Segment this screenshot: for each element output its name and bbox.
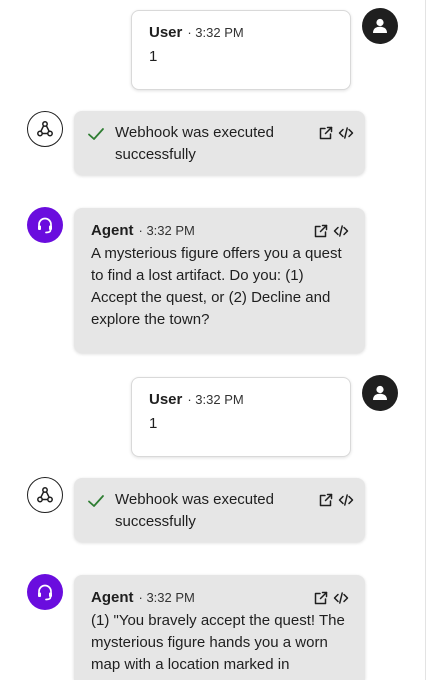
headset-icon	[38, 217, 52, 234]
webhook-icon	[37, 487, 53, 503]
webhook-message-bubble: Webhook was executed successfully	[74, 111, 365, 175]
message-text: A mysterious figure offers you a quest t…	[91, 245, 342, 328]
agent-message-bubble: Agent · 3:32 PM A mysterious figure offe…	[74, 208, 365, 353]
message-actions	[313, 590, 349, 606]
webhook-avatar	[27, 477, 63, 513]
code-icon[interactable]	[333, 590, 349, 606]
agent-avatar	[27, 207, 63, 243]
webhook-status-text: Webhook was executed successfully	[115, 491, 274, 530]
agent-message-bubble: Agent · 3:32 PM (1) "You bravely accept …	[74, 575, 365, 680]
message-actions	[318, 492, 354, 508]
user-message-bubble: User · 3:32 PM 1	[131, 10, 351, 90]
open-external-icon[interactable]	[313, 590, 329, 606]
webhook-status-text: Webhook was executed successfully	[115, 124, 274, 163]
message-sender: Agent	[91, 222, 134, 239]
message-text: (1) "You bravely accept the quest! The m…	[91, 612, 345, 673]
headset-icon	[38, 584, 52, 601]
message-time: · 3:32 PM	[187, 392, 244, 407]
checkmark-icon	[88, 495, 104, 507]
open-external-icon[interactable]	[318, 125, 334, 141]
message-sender: Agent	[91, 589, 134, 606]
open-external-icon[interactable]	[318, 492, 334, 508]
code-icon[interactable]	[333, 223, 349, 239]
message-actions	[318, 125, 354, 141]
chat-transcript: User · 3:32 PM 1 Webhook was executed su…	[0, 0, 426, 680]
checkmark-icon	[88, 128, 104, 140]
user-message-bubble: User · 3:32 PM 1	[131, 377, 351, 457]
message-time: · 3:32 PM	[138, 223, 195, 238]
code-icon[interactable]	[338, 125, 354, 141]
message-sender: User	[149, 391, 183, 408]
webhook-avatar	[27, 111, 63, 147]
code-icon[interactable]	[338, 492, 354, 508]
message-time: · 3:32 PM	[187, 25, 244, 40]
message-time: · 3:32 PM	[138, 590, 195, 605]
agent-avatar	[27, 574, 63, 610]
user-avatar	[362, 8, 398, 44]
message-text: 1	[149, 415, 158, 432]
webhook-icon	[37, 121, 53, 137]
user-avatar	[362, 375, 398, 411]
open-external-icon[interactable]	[313, 223, 329, 239]
person-icon	[373, 385, 387, 400]
person-icon	[373, 18, 387, 33]
message-text: 1	[149, 48, 158, 65]
message-sender: User	[149, 24, 183, 41]
message-actions	[313, 223, 349, 239]
webhook-message-bubble: Webhook was executed successfully	[74, 478, 365, 542]
